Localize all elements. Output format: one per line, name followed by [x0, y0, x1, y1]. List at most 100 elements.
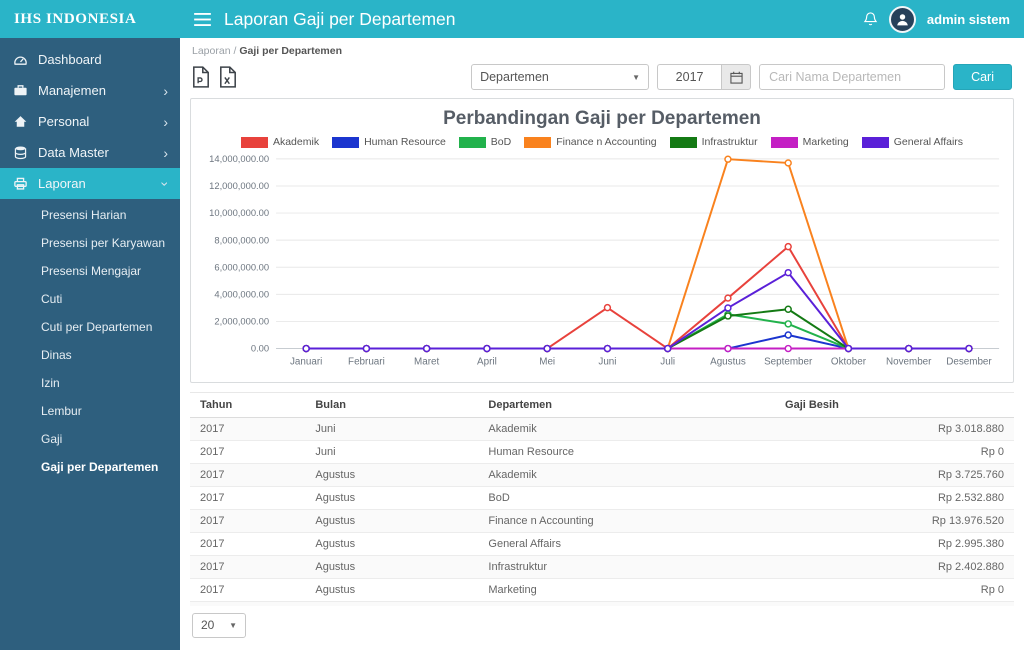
export-pdf-button[interactable] — [192, 66, 210, 88]
sidebar-subitem-gaji[interactable]: Gaji — [0, 425, 180, 453]
table-row: 2017 Agustus Finance n Accounting Rp 13.976… — [190, 509, 1014, 534]
svg-text:Mei: Mei — [539, 356, 555, 367]
table-row: 2017 Juni Akademik Rp 3.018.880 — [190, 417, 1014, 442]
svg-text:Juli: Juli — [660, 356, 675, 367]
column-header-tahun[interactable]: Tahun — [190, 392, 306, 419]
sidebar-item-label: Manajemen — [38, 83, 106, 98]
chevron-down-icon: › — [157, 181, 174, 186]
column-header-bulan[interactable]: Bulan — [305, 392, 479, 419]
cell-bulan: Agustus — [305, 463, 479, 488]
cell-tahun: 2017 — [190, 578, 306, 603]
app-window: IHS INDONESIA Laporan Gaji per Departeme… — [0, 0, 1024, 650]
avatar[interactable] — [888, 5, 916, 33]
cell-bulan: Agustus — [305, 486, 479, 511]
legend-label: General Affairs — [893, 136, 964, 148]
page-size-select[interactable]: 20 ▼ — [192, 612, 246, 638]
sidebar-item-personal[interactable]: Personal › — [0, 106, 180, 137]
legend-item-human-resource[interactable]: Human Resource — [332, 136, 446, 148]
top-bar-right: admin sistem — [863, 5, 1010, 33]
year-input[interactable] — [657, 64, 722, 90]
svg-text:0.00: 0.00 — [251, 344, 269, 354]
calendar-icon — [729, 71, 743, 84]
cell-gaji-besih: Rp 3.725.760 — [775, 463, 1014, 488]
sidebar-subitem-gaji-per-departemen[interactable]: Gaji per Departemen — [0, 453, 180, 481]
legend-item-akademik[interactable]: Akademik — [240, 136, 319, 148]
sidebar-item-manajemen[interactable]: Manajemen › — [0, 75, 180, 106]
sidebar-item-label: Data Master — [38, 145, 109, 160]
sidebar-subitem-izin[interactable]: Izin — [0, 369, 180, 397]
legend-swatch — [861, 136, 889, 148]
sidebar-item-label: Laporan — [38, 176, 86, 191]
sidebar-subitem-cuti-per-departemen[interactable]: Cuti per Departemen — [0, 313, 180, 341]
svg-text:Juni: Juni — [598, 356, 616, 367]
table-header-row: Tahun Bulan Departemen Gaji Besih — [190, 392, 1014, 419]
database-icon — [12, 145, 28, 160]
cell-departemen: Akademik — [478, 417, 776, 442]
filter-controls: Departemen ▼ 2017 Cari Nama Departemen C… — [471, 64, 1012, 90]
legend-item-finance-n-accounting[interactable]: Finance n Accounting — [524, 136, 657, 148]
sidebar-submenu: Presensi Harian Presensi per Karyawan Pres… — [0, 199, 180, 484]
chevron-right-icon: › — [163, 144, 168, 161]
table-row: 2017 Juni Human Resource Rp 0 — [190, 440, 1014, 465]
svg-text:Agustus: Agustus — [710, 356, 746, 367]
column-header-departemen[interactable]: Departemen — [478, 392, 776, 419]
sidebar-subitem-presensi-per-karyawan[interactable]: Presensi per Karyawan — [0, 229, 180, 257]
breadcrumb-parent[interactable]: Laporan — [192, 45, 231, 57]
cell-gaji-besih: Rp 2.995.380 — [775, 532, 1014, 557]
cell-departemen: BoD — [478, 486, 776, 511]
year-picker-group — [657, 64, 752, 90]
dashboard-icon — [12, 52, 28, 67]
home-icon — [12, 114, 28, 129]
excel-file-icon — [220, 66, 236, 88]
toolbar: Departemen ▼ 2017 Cari Nama Departemen C… — [190, 63, 1014, 98]
cell-departemen: Infrastruktur — [478, 555, 776, 580]
export-icons — [192, 66, 237, 88]
sidebar-subitem-presensi-harian[interactable]: Presensi Harian — [0, 201, 180, 229]
cell-bulan: Agustus — [305, 555, 479, 580]
legend-item-infrastruktur[interactable]: Infrastruktur — [669, 136, 758, 148]
legend-item-marketing[interactable]: Marketing — [770, 136, 849, 148]
export-excel-button[interactable] — [219, 66, 237, 88]
sidebar-item-laporan[interactable]: Laporan › — [0, 168, 180, 199]
legend-swatch — [332, 136, 360, 148]
calendar-addon-button[interactable] — [721, 64, 752, 90]
sidebar-subitem-lembur[interactable]: Lembur — [0, 397, 180, 425]
sidebar-item-data-master[interactable]: Data Master › — [0, 137, 180, 168]
cell-gaji-besih: Rp 2.532.880 — [775, 486, 1014, 511]
sidebar-subitem-cuti[interactable]: Cuti — [0, 285, 180, 313]
search-button[interactable]: Cari — [953, 64, 1012, 90]
department-filter-select[interactable]: Departemen ▼ — [471, 64, 650, 90]
search-input[interactable] — [759, 64, 946, 90]
legend-item-bod[interactable]: BoD — [458, 136, 511, 148]
sidebar-subitem-presensi-mengajar[interactable]: Presensi Mengajar — [0, 257, 180, 285]
chevron-right-icon: › — [163, 82, 168, 99]
cell-departemen: Marketing — [478, 578, 776, 603]
cell-tahun: 2017 — [190, 417, 306, 442]
chart-title: Perbandingan Gaji per Departemen — [443, 108, 761, 129]
cell-bulan: Juni — [305, 417, 479, 442]
table-row: 2017 Agustus BoD Rp 2.532.880 — [190, 486, 1014, 511]
cell-gaji-besih: Rp 0 — [775, 440, 1014, 465]
cell-gaji-besih: Rp 0 — [775, 578, 1014, 603]
chart-panel: Perbandingan Gaji per Departemen Akademi… — [190, 98, 1014, 384]
breadcrumb: Laporan / Gaji per Departemen — [190, 44, 1014, 63]
legend-label: Human Resource — [364, 136, 446, 148]
legend-swatch — [240, 136, 268, 148]
sidebar-item-dashboard[interactable]: Dashboard — [0, 44, 180, 75]
sidebar-item-label: Dashboard — [38, 52, 102, 67]
cell-departemen: Finance n Accounting — [478, 509, 776, 534]
legend-label: Marketing — [802, 136, 849, 148]
svg-text:Oktober: Oktober — [831, 356, 867, 367]
notifications-bell-icon[interactable] — [863, 11, 878, 28]
sidebar-toggle-button[interactable] — [194, 12, 211, 26]
table-row: 2017 Agustus Akademik Rp 3.725.760 — [190, 463, 1014, 488]
user-name[interactable]: admin sistem — [927, 12, 1010, 27]
brand-logo[interactable]: IHS INDONESIA — [0, 0, 180, 38]
cell-gaji-besih: Rp 3.018.880 — [775, 417, 1014, 442]
cell-bulan: Juni — [305, 440, 479, 465]
sidebar-subitem-dinas[interactable]: Dinas — [0, 341, 180, 369]
column-header-gaji-besih[interactable]: Gaji Besih — [775, 392, 1014, 419]
page-size-value: 20 — [201, 618, 215, 633]
legend-item-general-affairs[interactable]: General Affairs — [861, 136, 964, 148]
salary-table-panel: Tahun Bulan Departemen Gaji Besih 2017 Juni A… — [190, 392, 1014, 607]
